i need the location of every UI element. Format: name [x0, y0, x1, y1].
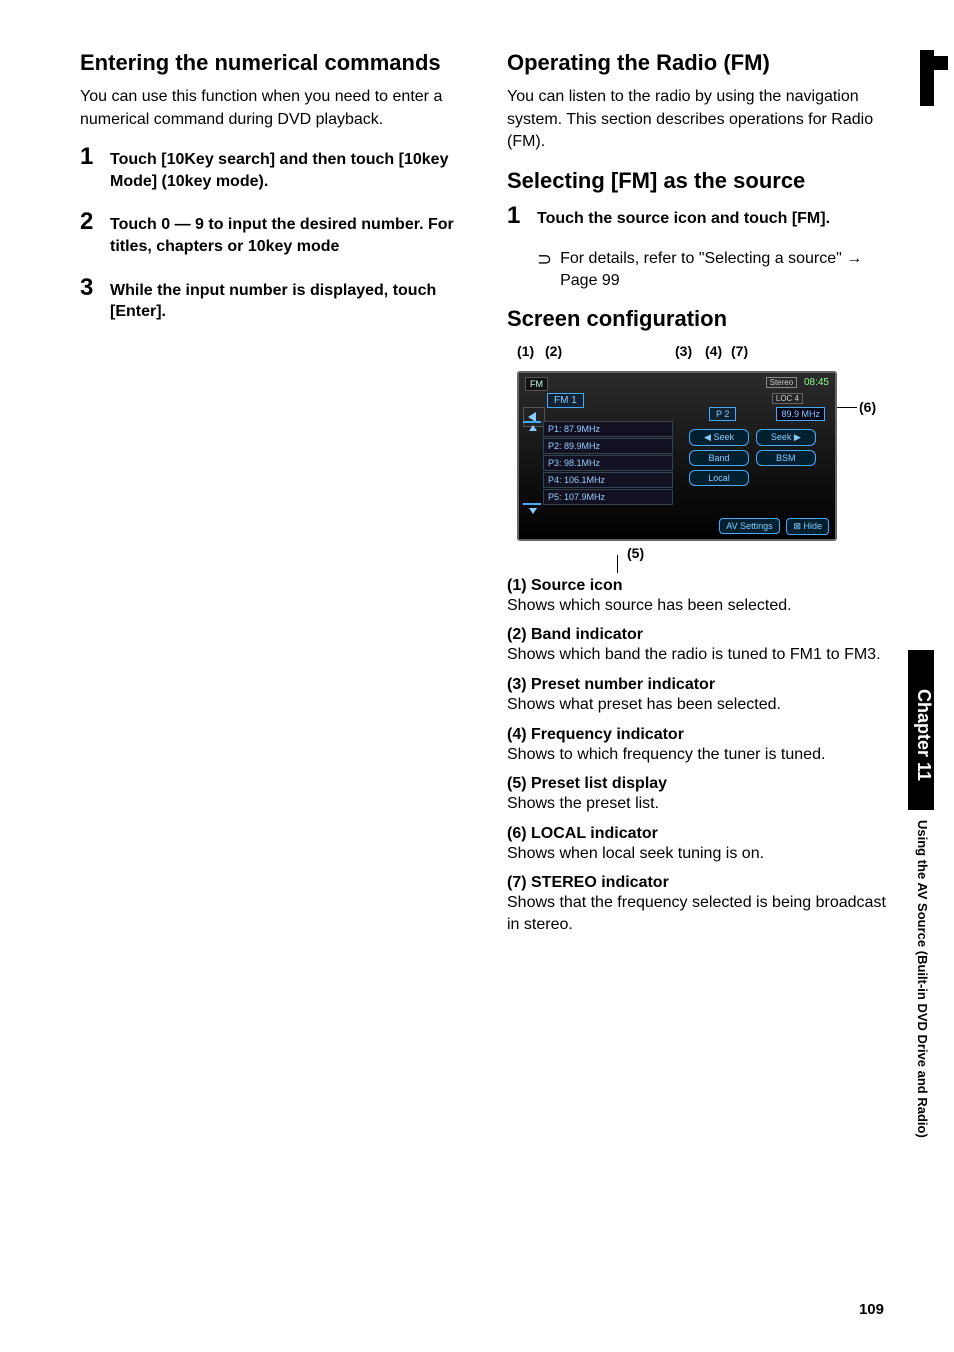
- desc-heading: (6) LOCAL indicator: [507, 825, 894, 843]
- cross-reference: ⊃ For details, refer to "Selecting a sou…: [537, 248, 894, 293]
- step-text: Touch the source icon and touch [FM].: [537, 204, 830, 230]
- desc-heading: (1) Source icon: [507, 577, 894, 595]
- heading-screen-config: Screen configuration: [507, 306, 894, 332]
- desc-source-icon: (1) Source icon Shows which source has b…: [507, 577, 894, 617]
- av-settings-button[interactable]: AV Settings: [719, 518, 779, 534]
- arrow-icon: →: [846, 250, 862, 267]
- desc-heading: (4) Frequency indicator: [507, 726, 894, 744]
- step-number: 3: [80, 276, 100, 300]
- desc-band-indicator: (2) Band indicator Shows which band the …: [507, 626, 894, 666]
- callout-3: (3): [675, 343, 705, 359]
- clock: 08:45: [804, 377, 829, 388]
- desc-body: Shows which band the radio is tuned to F…: [507, 644, 894, 666]
- hide-button[interactable]: ⊠ Hide: [786, 518, 829, 535]
- chapter-label: Chapter 11: [908, 650, 934, 810]
- control-buttons: ◀ Seek Seek ▶ Band BSM Local: [687, 427, 827, 488]
- desc-heading: (5) Preset list display: [507, 775, 894, 793]
- lead-line: [617, 555, 618, 573]
- desc-frequency: (4) Frequency indicator Shows to which f…: [507, 726, 894, 766]
- step-2: 2 Touch 0 — 9 to input the desired numbe…: [80, 210, 467, 257]
- desc-body: Shows the preset list.: [507, 793, 894, 815]
- callout-4: (4): [705, 343, 731, 359]
- desc-body: Shows to which frequency the tuner is tu…: [507, 744, 894, 766]
- preset-row[interactable]: P4: 106.1MHz: [543, 472, 673, 488]
- preset-row[interactable]: P5: 107.9MHz: [543, 489, 673, 505]
- step-3: 3 While the input number is displayed, t…: [80, 276, 467, 323]
- intro-numerical-commands: You can use this function when you need …: [80, 86, 467, 131]
- band-button[interactable]: Band: [689, 450, 749, 466]
- preset-row[interactable]: P1: 87.9MHz: [543, 421, 673, 437]
- page-number: 109: [859, 1301, 884, 1318]
- step-text: While the input number is displayed, tou…: [110, 276, 467, 323]
- desc-heading: (7) STEREO indicator: [507, 874, 894, 892]
- callout-1: (1): [517, 343, 545, 359]
- step-number: 2: [80, 210, 100, 234]
- callout-6: (6): [859, 399, 876, 415]
- heading-selecting-fm: Selecting [FM] as the source: [507, 168, 894, 194]
- reference-page: Page 99: [560, 272, 620, 289]
- preset-up-button[interactable]: [523, 421, 541, 423]
- desc-local-indicator: (6) LOCAL indicator Shows when local see…: [507, 825, 894, 865]
- reference-label: For details, refer to "Selecting a sourc…: [560, 250, 846, 267]
- preset-row[interactable]: P3: 98.1MHz: [543, 455, 673, 471]
- chapter-subtitle: Using the AV Source (Built-in DVD Drive …: [915, 820, 930, 1138]
- desc-body: Shows when local seek tuning is on.: [507, 843, 894, 865]
- seek-up-button[interactable]: Seek ▶: [756, 429, 816, 446]
- step-number: 1: [80, 145, 100, 169]
- left-column: Entering the numerical commands You can …: [80, 50, 467, 945]
- desc-body: Shows that the frequency selected is bei…: [507, 892, 894, 935]
- av-label: AV: [920, 68, 936, 86]
- callout-2: (2): [545, 343, 675, 359]
- desc-preset-number: (3) Preset number indicator Shows what p…: [507, 676, 894, 716]
- reference-icon: ⊃: [537, 248, 552, 271]
- local-button[interactable]: Local: [689, 470, 749, 486]
- step-number: 1: [507, 204, 527, 228]
- preset-down-button[interactable]: [523, 503, 541, 505]
- preset-number-indicator: P 2: [709, 407, 736, 421]
- band-indicator: FM 1: [547, 393, 584, 408]
- desc-stereo-indicator: (7) STEREO indicator Shows that the freq…: [507, 874, 894, 935]
- desc-body: Shows what preset has been selected.: [507, 694, 894, 716]
- radio-screen: FM FM 1 Stereo 08:45 LOC 4 P 2 89.9 MHz: [517, 371, 837, 541]
- bsm-button[interactable]: BSM: [756, 450, 816, 466]
- right-column: Operating the Radio (FM) You can listen …: [507, 50, 894, 945]
- callout-5: (5): [627, 545, 894, 561]
- preset-list: P1: 87.9MHz P2: 89.9MHz P3: 98.1MHz P4: …: [523, 421, 673, 506]
- source-icon[interactable]: FM: [525, 377, 548, 391]
- step-text: Touch 0 — 9 to input the desired number.…: [110, 210, 467, 257]
- screen-diagram: (1) (2) (3) (4) (7) (6): [507, 343, 894, 561]
- step-text: Touch [10Key search] and then touch [10k…: [110, 145, 467, 192]
- heading-numerical-commands: Entering the numerical commands: [80, 50, 467, 76]
- side-tab: AV Chapter 11 Using the AV Source (Built…: [904, 50, 934, 1250]
- step-select-fm: 1 Touch the source icon and touch [FM].: [507, 204, 894, 230]
- intro-operating-radio: You can listen to the radio by using the…: [507, 86, 894, 153]
- local-indicator: LOC 4: [772, 393, 803, 404]
- frequency-indicator: 89.9 MHz: [776, 407, 825, 421]
- reference-text: For details, refer to "Selecting a sourc…: [560, 248, 862, 293]
- stereo-indicator: Stereo: [766, 377, 798, 388]
- callout-7: (7): [731, 343, 748, 359]
- desc-preset-list: (5) Preset list display Shows the preset…: [507, 775, 894, 815]
- step-1: 1 Touch [10Key search] and then touch [1…: [80, 145, 467, 192]
- desc-heading: (2) Band indicator: [507, 626, 894, 644]
- desc-heading: (3) Preset number indicator: [507, 676, 894, 694]
- seek-down-button[interactable]: ◀ Seek: [689, 429, 749, 446]
- heading-operating-radio: Operating the Radio (FM): [507, 50, 894, 76]
- desc-body: Shows which source has been selected.: [507, 595, 894, 617]
- preset-row[interactable]: P2: 89.9MHz: [543, 438, 673, 454]
